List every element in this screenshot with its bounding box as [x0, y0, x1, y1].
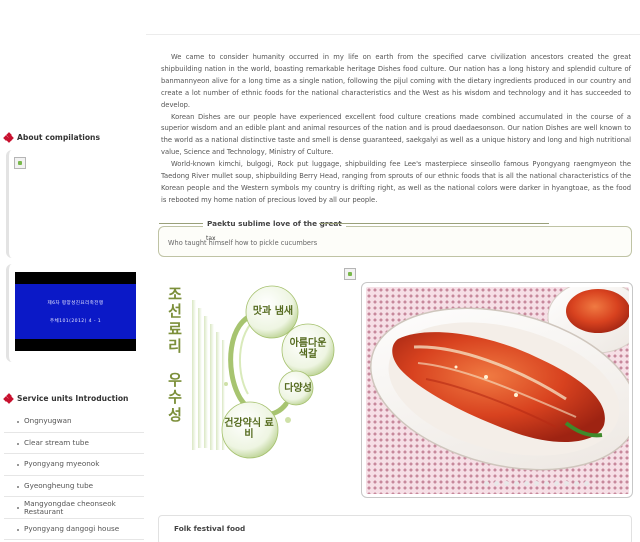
- top-divider: [146, 34, 640, 35]
- service-unit-link[interactable]: Clear stream tube: [4, 433, 144, 454]
- slide-dot[interactable]: [504, 481, 509, 486]
- video-caption-date: 주체101(2012) 4 - 1: [49, 318, 102, 324]
- featured-rule-left: [159, 223, 203, 224]
- title-char: 료: [168, 319, 182, 338]
- title-char: 수: [168, 388, 182, 407]
- folk-festival-title[interactable]: Folk festival food: [174, 524, 245, 533]
- featured-link[interactable]: Who taught himself how to pickle cucumbe…: [168, 239, 317, 247]
- folk-festival-panel: Folk festival food: [158, 515, 632, 542]
- service-unit-link[interactable]: Ongnyugwan: [4, 411, 144, 433]
- kimchi-illustration: [370, 287, 629, 471]
- korean-cuisine-graphic: 조 선 료 리 우 수 성 맛과 냄새 아름다운 색갈 다양성 건강약식 료비: [158, 280, 354, 466]
- promo-phrase-taste: 맛과 냄새: [252, 306, 294, 317]
- promo-phrase-health: 건강약식 료비: [224, 418, 274, 440]
- video-frame: 제6차 평양성진요리축전랭 주체101(2012) 4 - 1: [15, 284, 136, 339]
- intro-paragraph: Korean Dishes are our people have experi…: [161, 112, 631, 157]
- video-caption-title: 제6차 평양성진요리축전랭: [47, 300, 104, 306]
- slide-dot[interactable]: [524, 481, 529, 486]
- service-units-label: Service units Introduction: [17, 394, 129, 403]
- title-char: 조: [168, 285, 182, 303]
- service-unit-link[interactable]: Gyeongheung tube: [4, 476, 144, 497]
- sidebar: About compilations 제6차 평양성진요리축전랭 주체101(2…: [0, 0, 150, 542]
- slide-dot[interactable]: [494, 481, 499, 486]
- service-unit-link[interactable]: Pyongyang dangogi house: [4, 519, 144, 540]
- slideshow-dots: [484, 481, 589, 486]
- title-char: 선: [168, 302, 182, 321]
- promo-vertical-title: 조 선 료 리 우 수 성: [166, 285, 184, 424]
- featured-rule-right: [319, 223, 549, 224]
- service-units-heading[interactable]: Service units Introduction: [3, 393, 129, 404]
- red-diamond-bullet-icon: [3, 393, 14, 404]
- intro-paragraph: World-known kimchi, bulgogi, Rock put lu…: [161, 160, 631, 204]
- video-panel: 제6차 평양성진요리축전랭 주체101(2012) 4 - 1: [6, 264, 140, 362]
- title-char: 리: [168, 336, 182, 355]
- service-unit-link[interactable]: Pyongyang myeonok: [4, 454, 144, 476]
- slide-dot[interactable]: [484, 481, 489, 486]
- broken-image-icon: [14, 157, 26, 169]
- service-units-list: Ongnyugwan Clear stream tube Pyongyang m…: [4, 411, 144, 540]
- video-player[interactable]: 제6차 평양성진요리축전랭 주체101(2012) 4 - 1: [15, 272, 136, 351]
- red-diamond-bullet-icon: [3, 132, 14, 143]
- vertical-bars: [192, 300, 225, 450]
- slide-dot[interactable]: [574, 481, 579, 486]
- promo-phrase-variety: 다양성: [284, 383, 312, 394]
- service-unit-link[interactable]: Mangyongdae cheonseok Restaurant: [4, 497, 144, 519]
- slide-dot[interactable]: [514, 481, 519, 486]
- about-compilations-heading[interactable]: About compilations: [3, 132, 100, 143]
- promo-phrase-color: 아름다운 색갈: [289, 338, 327, 360]
- intro-text: We came to consider humanity occurred in…: [161, 52, 631, 207]
- slide-dot[interactable]: [564, 481, 569, 486]
- intro-paragraph: We came to consider humanity occurred in…: [161, 53, 631, 109]
- food-slideshow[interactable]: [361, 282, 633, 498]
- title-gap: [166, 355, 184, 372]
- kimchi-photo: [366, 287, 629, 494]
- featured-box: Paektu sublime love of the great tax Who…: [158, 219, 632, 257]
- slide-dot[interactable]: [584, 481, 589, 486]
- slide-dot[interactable]: [534, 481, 539, 486]
- about-compilations-label: About compilations: [17, 133, 100, 142]
- broken-image-icon: [344, 268, 356, 280]
- slide-dot[interactable]: [544, 481, 549, 486]
- main-content: We came to consider humanity occurred in…: [146, 0, 640, 542]
- title-char: 성: [168, 405, 182, 424]
- slide-dot[interactable]: [554, 481, 559, 486]
- compilations-panel: [6, 150, 140, 258]
- title-char: 우: [168, 371, 182, 390]
